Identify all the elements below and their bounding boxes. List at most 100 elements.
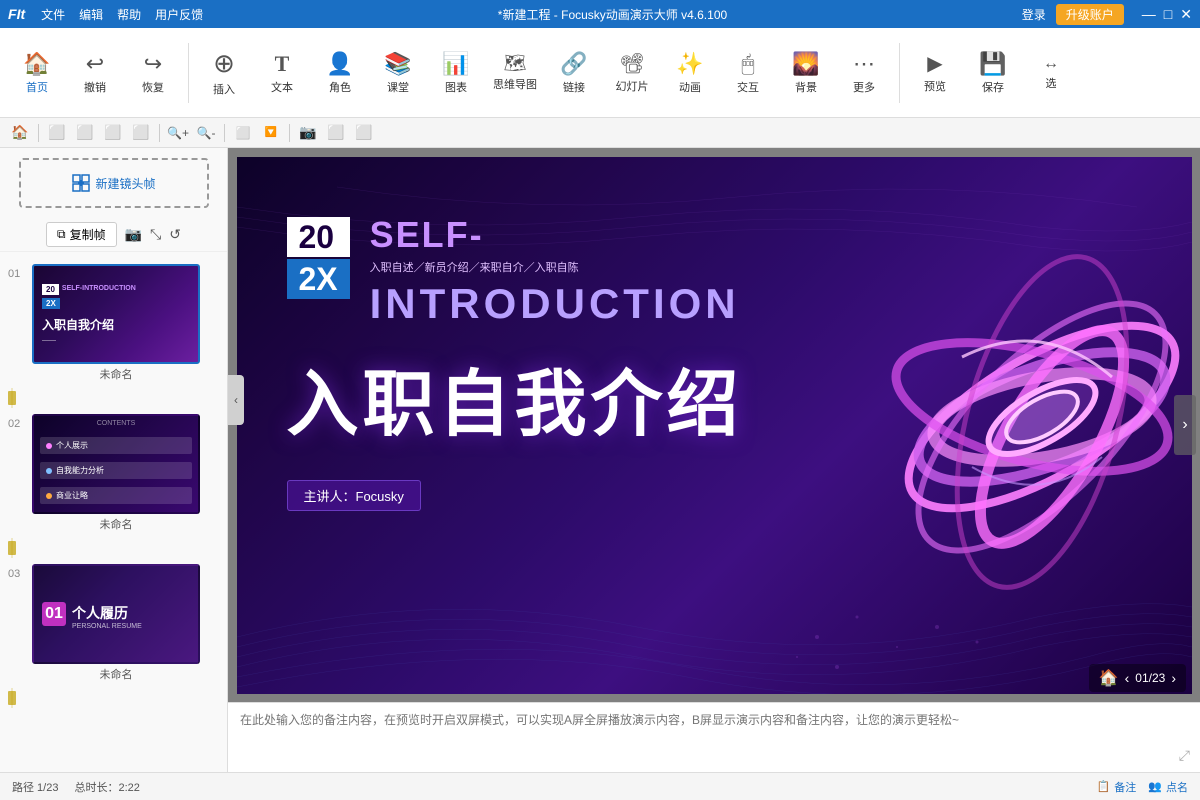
close-button[interactable]: ✕ [1180, 6, 1192, 23]
insert-label: 插入 [213, 81, 235, 97]
menu-help[interactable]: 帮助 [117, 6, 141, 23]
toolbar-slideshow[interactable]: 📽 幻灯片 [605, 47, 659, 98]
copy-frame-button[interactable]: ⧉ 复制帧 [46, 222, 117, 247]
minimize-button[interactable]: — [1142, 6, 1156, 23]
toolbar-classroom[interactable]: 📚 课堂 [371, 47, 425, 99]
menu-edit[interactable]: 编辑 [79, 6, 103, 23]
notes-input[interactable] [240, 711, 1188, 764]
toolbar-link[interactable]: 🔗 链接 [547, 47, 601, 99]
interact-label: 交互 [737, 79, 759, 95]
toolbar-home[interactable]: 🏠 首页 [10, 47, 64, 99]
tb2-dropdown-icon[interactable]: 🔽 [259, 121, 283, 145]
toolbar-character[interactable]: 👤 角色 [313, 47, 367, 99]
title-bar-right: 登录 升级账户 — □ ✕ [1022, 4, 1192, 25]
toolbar-preview[interactable]: ▶ 预览 [908, 47, 962, 98]
left-panel-collapse[interactable]: ‹ [228, 375, 244, 425]
chart-label: 图表 [445, 79, 467, 95]
toolbar-redo[interactable]: ↪ 恢复 [126, 47, 180, 99]
resume-badge: 01 [42, 602, 66, 626]
tb2-grid-icon[interactable]: ⬜ [324, 121, 348, 145]
tb2-zoomin-icon[interactable]: 🔍+ [166, 121, 190, 145]
tb2-sep1 [38, 124, 39, 142]
mindmap-icon: 🗺 [504, 53, 527, 74]
page-info: 路径 1/23 [12, 779, 58, 795]
slide-canvas[interactable]: 20 2X SELF- 入职自述／新员介绍／来职自介／入职自陈 INTRODUC… [228, 148, 1200, 702]
toolbar-insert[interactable]: ⊕ 插入 [197, 44, 251, 101]
toolbar-text[interactable]: T 文本 [255, 47, 309, 99]
text-label: 文本 [271, 79, 293, 95]
toolbar-save[interactable]: 💾 保存 [966, 47, 1020, 99]
frame-expand-icon[interactable]: ⤡ [150, 226, 161, 243]
login-button[interactable]: 登录 [1022, 6, 1046, 23]
new-frame-label: 新建镜头帧 [95, 175, 155, 192]
tb2-zoomout-icon[interactable]: 🔍- [194, 121, 218, 145]
window-title: *新建工程 - Focusky动画演示大师 v4.6.100 [498, 6, 727, 23]
presenter-tag: 主讲人：Focusky [287, 480, 421, 511]
expand-notes-icon[interactable]: ⤢ [1179, 747, 1190, 764]
select-icon: ↔ [1043, 55, 1059, 73]
slide-nav-home[interactable]: 🏠 [1099, 668, 1119, 688]
frame-controls: ⧉ 复制帧 📷 ⤡ ↺ [0, 218, 227, 252]
preview-icon: ▶ [927, 51, 942, 76]
undo-icon: ↩ [86, 51, 104, 77]
slide-nav-next[interactable]: › [1171, 670, 1176, 686]
toolbar-background[interactable]: 🌄 背景 [779, 47, 833, 99]
slide-connector-1 [0, 388, 24, 408]
main-content: 新建镜头帧 ⧉ 复制帧 📷 ⤡ ↺ 01 20 [0, 148, 1200, 772]
toolbar-select[interactable]: ↔ 选 [1024, 51, 1078, 95]
maximize-button[interactable]: □ [1164, 6, 1172, 23]
tb2-paste-icon[interactable]: ⬜ [101, 121, 125, 145]
character-icon: 👤 [326, 51, 353, 77]
tb2-extra-icon[interactable]: ⬜ [352, 121, 376, 145]
toolbar-undo[interactable]: ↩ 撤销 [68, 47, 122, 99]
tb2-crop-icon[interactable]: ⬜ [45, 121, 69, 145]
slide-nav-prev[interactable]: ‹ [1125, 670, 1130, 686]
tb2-fit-icon[interactable]: ⬜ [231, 121, 255, 145]
slide-connector-3 [0, 688, 24, 708]
frame-sync-icon[interactable]: ↺ [169, 226, 181, 243]
toolbar-more[interactable]: ⋯ 更多 [837, 47, 891, 99]
text-icon: T [275, 51, 290, 77]
slide-thumb-3[interactable]: 01 个人履历 PERSONAL RESUME [32, 564, 200, 664]
camera-frame-icon[interactable]: 📷 [125, 226, 142, 243]
connector-icon-3 [0, 688, 24, 708]
toolbar-mindmap[interactable]: 🗺 思维导图 [487, 49, 543, 96]
toolbar-animation[interactable]: ✨ 动画 [663, 47, 717, 99]
tb2-camera-icon[interactable]: 📷 [296, 121, 320, 145]
sub-tags: 入职自述／新员介绍／来职自介／入职自陈 [370, 259, 740, 275]
intro-top: 20 2X SELF- 入职自述／新员介绍／来职自介／入职自陈 INTRODUC… [287, 217, 1142, 325]
toolbar-interact[interactable]: 🖱 交互 [721, 47, 775, 99]
slide-display[interactable]: 20 2X SELF- 入职自述／新员介绍／来职自介／入职自陈 INTRODUC… [237, 157, 1192, 694]
canvas-nav-right[interactable]: › [1174, 395, 1196, 455]
tb2-copy-icon[interactable]: ⬜ [73, 121, 97, 145]
intro-label: INTRODUCTION [370, 283, 740, 325]
slide-thumb-1[interactable]: 20 SELF-INTRODUCTION 2X 入职自我介绍 —— [32, 264, 200, 364]
note-icon: 📋 [1097, 780, 1111, 793]
slide-thumb-2[interactable]: 目录 CONTENTS 个人展示 自我能力分析 [32, 414, 200, 514]
slide-content: 20 2X SELF- 入职自述／新员介绍／来职自介／入职自陈 INTRODUC… [237, 157, 1192, 694]
tb2-paste2-icon[interactable]: ⬜ [129, 121, 153, 145]
insert-icon: ⊕ [213, 48, 235, 79]
preview-label: 预览 [924, 78, 946, 94]
notes-area: ⤢ [228, 702, 1200, 772]
menu-bar: 文件 编辑 帮助 用户反馈 [41, 6, 203, 23]
slideshow-icon: 📽 [619, 51, 644, 76]
roll-call-icon: 👥 [1148, 780, 1162, 793]
slide-nav-bar: 🏠 ‹ 01/23 › [1089, 664, 1186, 692]
connector-icon-2 [0, 538, 24, 558]
upgrade-button[interactable]: 升级账户 [1056, 4, 1124, 25]
toolbar-sep-1 [188, 43, 189, 103]
copy-btn-label: 复制帧 [70, 226, 106, 243]
toolbar-chart[interactable]: 📊 图表 [429, 47, 483, 99]
new-frame-button[interactable]: 新建镜头帧 [19, 158, 209, 208]
note-button[interactable]: 📋 备注 [1097, 779, 1137, 795]
redo-label: 恢复 [142, 79, 164, 95]
menu-feedback[interactable]: 用户反馈 [155, 6, 203, 23]
menu-file[interactable]: 文件 [41, 6, 65, 23]
title-bar-left: FIt 文件 编辑 帮助 用户反馈 [8, 6, 203, 23]
app-logo: FIt [8, 6, 25, 22]
note-btn-label: 备注 [1114, 779, 1136, 795]
title-bar: FIt 文件 编辑 帮助 用户反馈 *新建工程 - Focusky动画演示大师 … [0, 0, 1200, 28]
roll-call-button[interactable]: 👥 点名 [1148, 779, 1188, 795]
tb2-home-icon[interactable]: 🏠 [8, 121, 32, 145]
